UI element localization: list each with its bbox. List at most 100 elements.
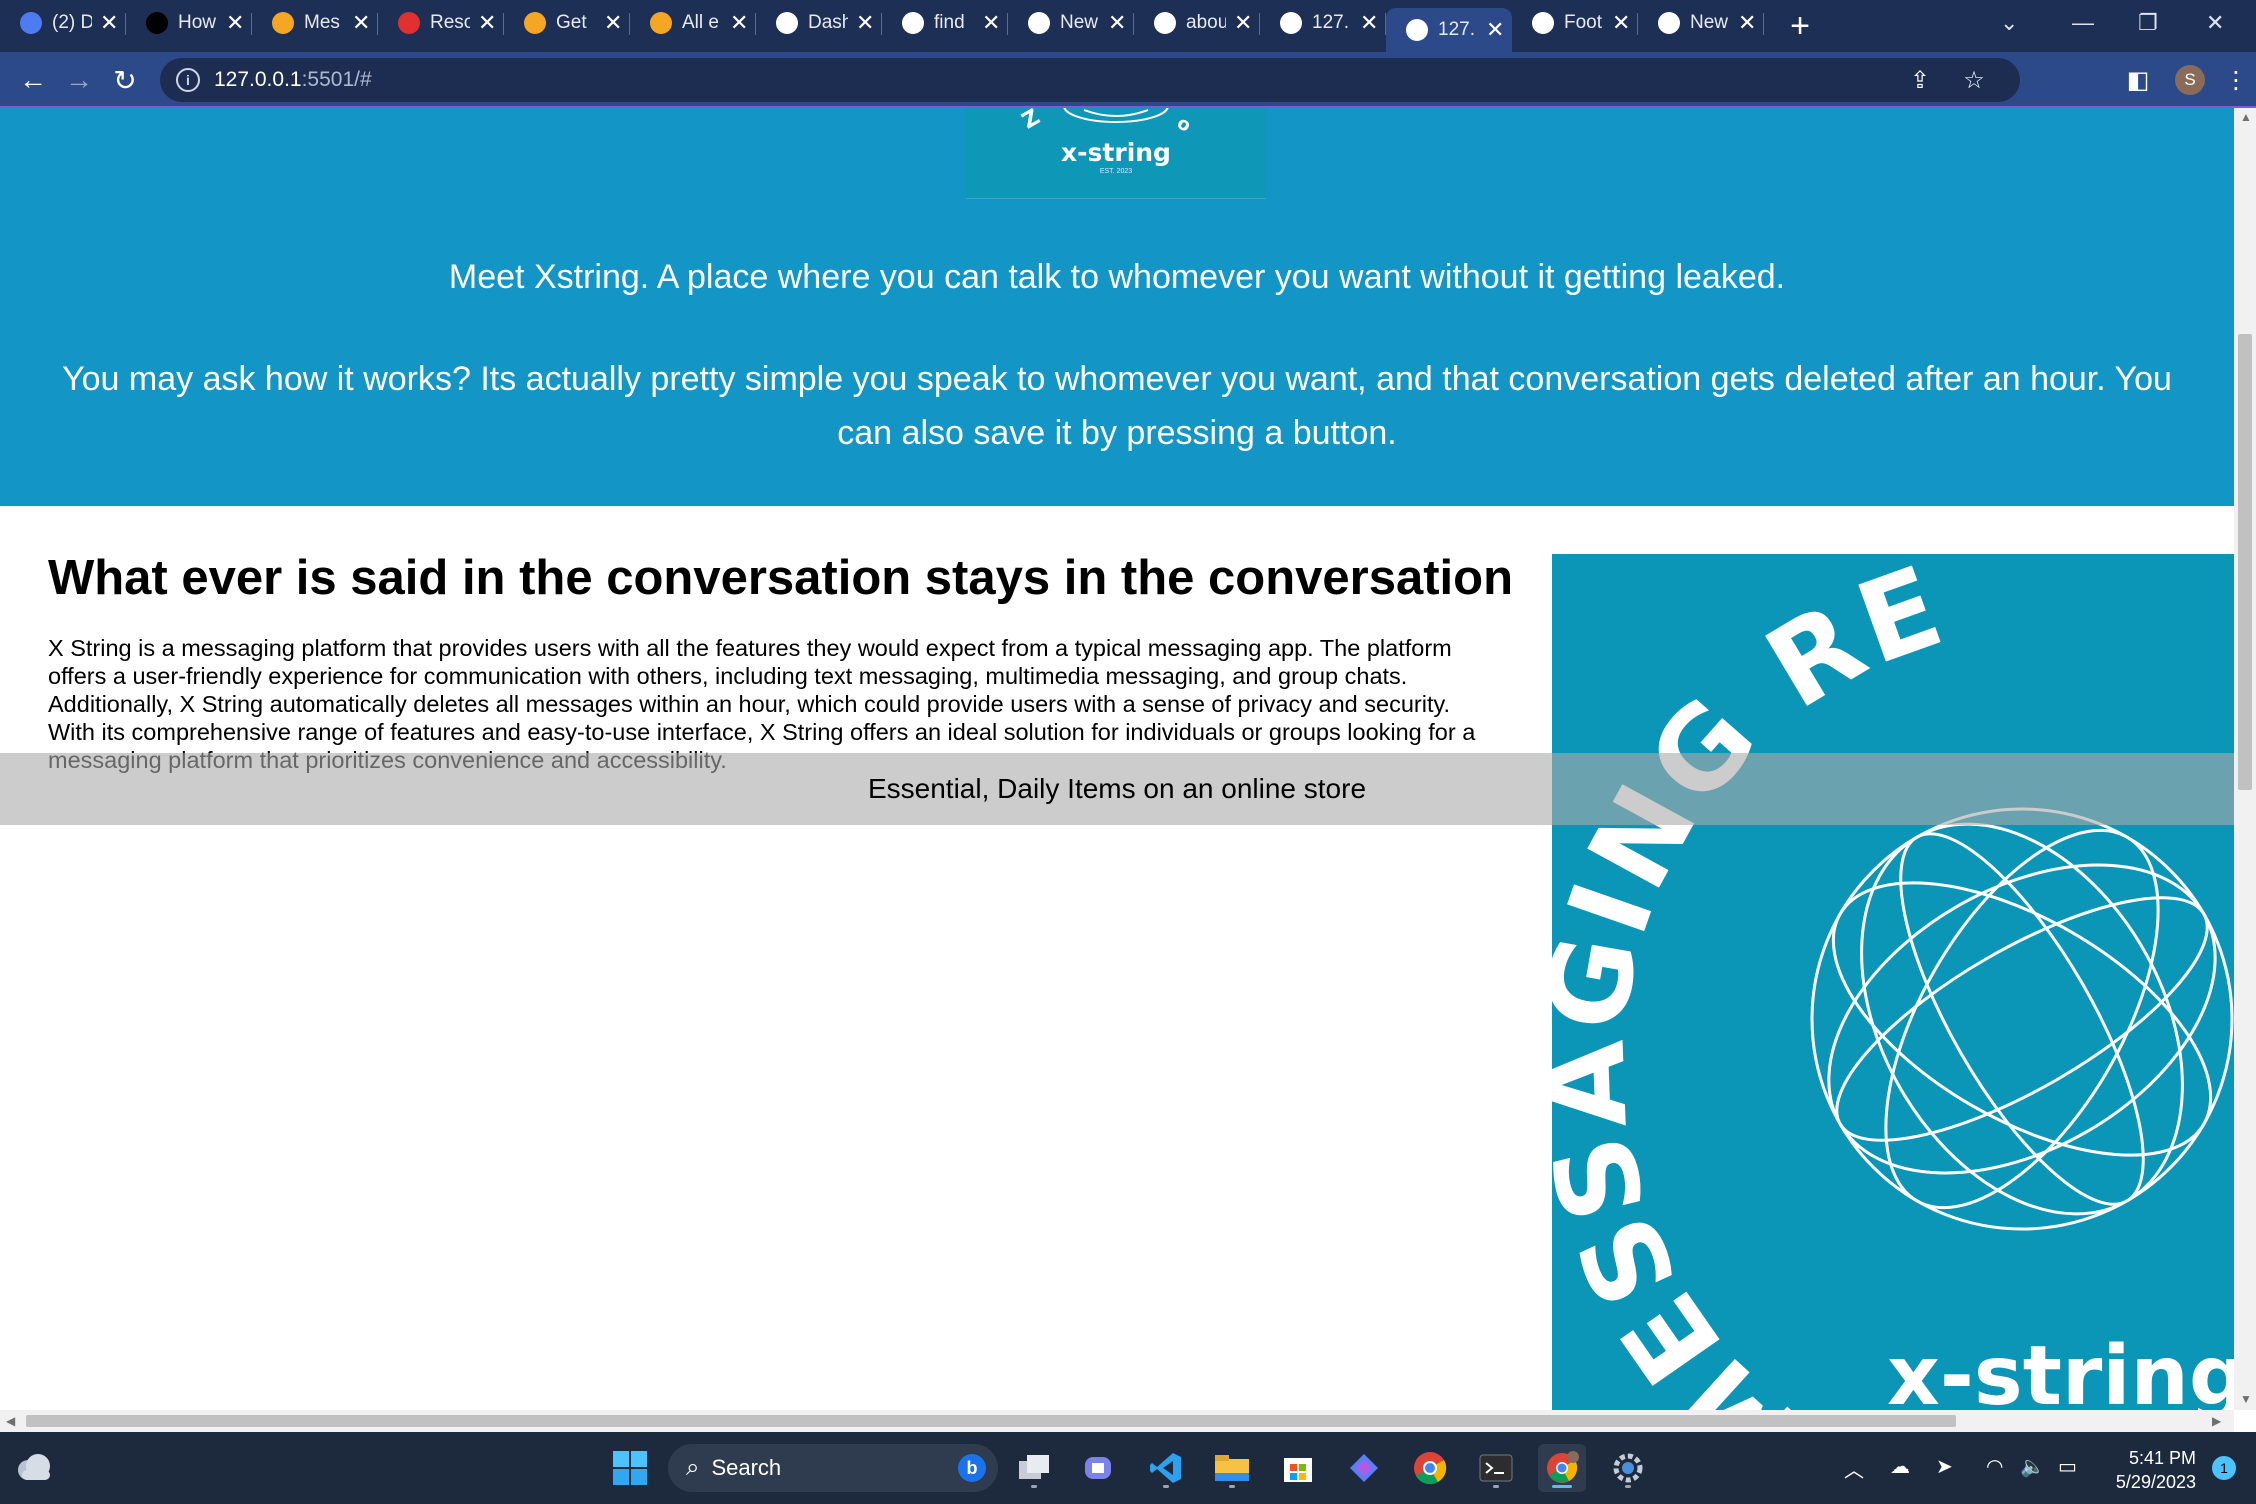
volume-icon[interactable]: 🔈: [2020, 1454, 2045, 1479]
show-hidden-icons-chevron-icon[interactable]: ︿: [1844, 1454, 1864, 1483]
browser-tab[interactable]: Mes ✕: [252, 4, 378, 42]
firebase-icon: [650, 12, 672, 34]
chrome-icon[interactable]: [1406, 1444, 1454, 1492]
task-view-icon[interactable]: [1010, 1444, 1058, 1492]
running-indicator: [1163, 1485, 1169, 1488]
dev-logo-icon: [146, 12, 168, 34]
vertical-scroll-thumb[interactable]: [2238, 334, 2252, 790]
notification-badge-icon: [20, 12, 42, 34]
tab-close-icon[interactable]: ✕: [226, 10, 244, 36]
tab-close-icon[interactable]: ✕: [478, 10, 496, 36]
tab-close-icon[interactable]: ✕: [730, 10, 748, 36]
tab-label: Get: [556, 12, 587, 33]
browser-tab[interactable]: Reso ✕: [378, 4, 504, 42]
notification-badge[interactable]: 1: [2212, 1456, 2236, 1480]
share-icon[interactable]: ⇪: [1894, 66, 1946, 95]
scroll-down-arrow-icon[interactable]: ▼: [2240, 1392, 2252, 1406]
tab-close-icon[interactable]: ✕: [856, 10, 874, 36]
tab-label: Reso: [430, 12, 470, 33]
browser-tab[interactable]: New ✕: [1638, 4, 1764, 42]
url-text[interactable]: 127.0.0.1:5501/#: [214, 68, 372, 92]
hero-tagline: Meet Xstring. A place where you can talk…: [448, 258, 1786, 296]
chrome-menu-icon[interactable]: ⋮: [2216, 66, 2256, 95]
horizontal-scroll-thumb[interactable]: [26, 1415, 1956, 1427]
tab-close-icon[interactable]: ✕: [1234, 10, 1252, 36]
browser-tab[interactable]: New ✕: [1008, 4, 1134, 42]
browser-tab[interactable]: Dash ✕: [756, 4, 882, 42]
microsoft-store-icon[interactable]: [1274, 1444, 1322, 1492]
terminal-icon[interactable]: [1472, 1444, 1520, 1492]
tab-label: 127.: [1438, 19, 1475, 40]
side-logo-arc-text: MESSAGING RE: [1552, 554, 1957, 1410]
wifi-icon[interactable]: ◠: [1986, 1454, 2003, 1479]
battery-icon[interactable]: ▭: [2058, 1454, 2077, 1479]
messaging-globe-logo-icon: MESSAGING RE x-string: [1552, 554, 2234, 1410]
file-explorer-icon[interactable]: [1208, 1444, 1256, 1492]
clock-date: 5/29/2023: [2115, 1472, 2196, 1492]
chrome-profile-icon[interactable]: [1538, 1444, 1586, 1492]
section-heading: What ever is said in the conversation st…: [48, 551, 1513, 605]
taskbar-clock[interactable]: 5:41 PM 5/29/2023: [2116, 1446, 2196, 1494]
taskbar-search-box[interactable]: ⌕ Search b: [668, 1444, 998, 1492]
profile-avatar[interactable]: S: [2175, 65, 2205, 95]
copilot-icon[interactable]: [1340, 1444, 1388, 1492]
browser-tab[interactable]: (2) D ✕: [0, 4, 126, 42]
scroll-up-arrow-icon[interactable]: ▲: [2240, 110, 2252, 124]
teams-chat-icon[interactable]: [1076, 1444, 1124, 1492]
browser-toolbar: ← → ↻ i 127.0.0.1:5501/# ⇪ ☆ ◧ S ⋮: [0, 52, 2256, 108]
tab-close-icon[interactable]: ✕: [1486, 17, 1504, 43]
browser-tab[interactable]: find ✕: [882, 4, 1008, 42]
browser-tab[interactable]: How ✕: [126, 4, 252, 42]
forward-button[interactable]: →: [56, 64, 102, 96]
browser-tab[interactable]: Get ✕: [504, 4, 630, 42]
tab-close-icon[interactable]: ✕: [604, 10, 622, 36]
clock-time: 5:41 PM: [2128, 1448, 2196, 1468]
close-window-button[interactable]: ✕: [2206, 0, 2224, 46]
firebase-icon: [272, 12, 294, 34]
start-button[interactable]: [606, 1444, 654, 1492]
running-indicator: [1552, 1485, 1572, 1488]
side-panel-icon[interactable]: ◧: [2112, 66, 2164, 95]
settings-gear-icon[interactable]: [1604, 1444, 1652, 1492]
tab-close-icon[interactable]: ✕: [1360, 10, 1378, 36]
svg-text:o: o: [1173, 112, 1194, 136]
reload-button[interactable]: ↻: [102, 64, 148, 97]
tab-close-icon[interactable]: ✕: [100, 10, 118, 36]
tab-close-icon[interactable]: ✕: [1108, 10, 1126, 36]
banner-text: Essential, Daily Items on an online stor…: [867, 773, 1367, 804]
address-bar[interactable]: i 127.0.0.1:5501/# ⇪ ☆: [160, 58, 2020, 102]
location-arrow-icon[interactable]: ➤: [1936, 1454, 1953, 1479]
globe-logo-icon: Z o: [1018, 108, 1195, 137]
back-button[interactable]: ←: [10, 64, 56, 96]
firebase-icon: [524, 12, 546, 34]
scroll-left-arrow-icon[interactable]: ◀: [6, 1414, 15, 1428]
tab-close-icon[interactable]: ✕: [1612, 10, 1630, 36]
onedrive-cloud-icon[interactable]: ☁: [1890, 1454, 1910, 1479]
logo-wordmark: x-string: [1061, 138, 1171, 167]
browser-tab[interactable]: abou ✕: [1134, 4, 1260, 42]
bookmark-star-icon[interactable]: ☆: [1948, 66, 2000, 95]
weather-icon[interactable]: [10, 1444, 58, 1492]
tab-close-icon[interactable]: ✕: [352, 10, 370, 36]
site-info-icon[interactable]: i: [176, 68, 200, 92]
browser-tab[interactable]: All e ✕: [630, 4, 756, 42]
browser-tab[interactable]: 127. ✕: [1260, 4, 1386, 42]
scroll-right-arrow-icon[interactable]: ▶: [2212, 1414, 2221, 1428]
horizontal-scrollbar[interactable]: ◀ ▶: [0, 1410, 2234, 1432]
minimize-button[interactable]: —: [2072, 0, 2094, 46]
new-tab-button[interactable]: +: [1780, 7, 1820, 46]
vscode-icon[interactable]: [1142, 1444, 1190, 1492]
tab-search-chevron-icon[interactable]: ⌄: [2000, 0, 2018, 46]
tab-separator: [1763, 13, 1764, 35]
tab-close-icon[interactable]: ✕: [1738, 10, 1756, 36]
vertical-scrollbar[interactable]: ▲ ▼: [2234, 108, 2256, 1410]
red-logo-icon: [398, 12, 420, 34]
restore-button[interactable]: ❐: [2138, 0, 2158, 46]
tab-label: Mes: [304, 12, 340, 33]
search-icon: ⌕: [686, 1454, 700, 1481]
browser-tab[interactable]: 127. ✕: [1386, 8, 1512, 52]
browser-tab[interactable]: Foot ✕: [1512, 4, 1638, 42]
bing-icon[interactable]: b: [958, 1454, 986, 1482]
tab-strip: (2) D ✕ How ✕ Mes ✕ Reso ✕ Get ✕ All e ✕ Dash ✕ find ✕ N…: [0, 0, 2256, 52]
tab-close-icon[interactable]: ✕: [982, 10, 1000, 36]
